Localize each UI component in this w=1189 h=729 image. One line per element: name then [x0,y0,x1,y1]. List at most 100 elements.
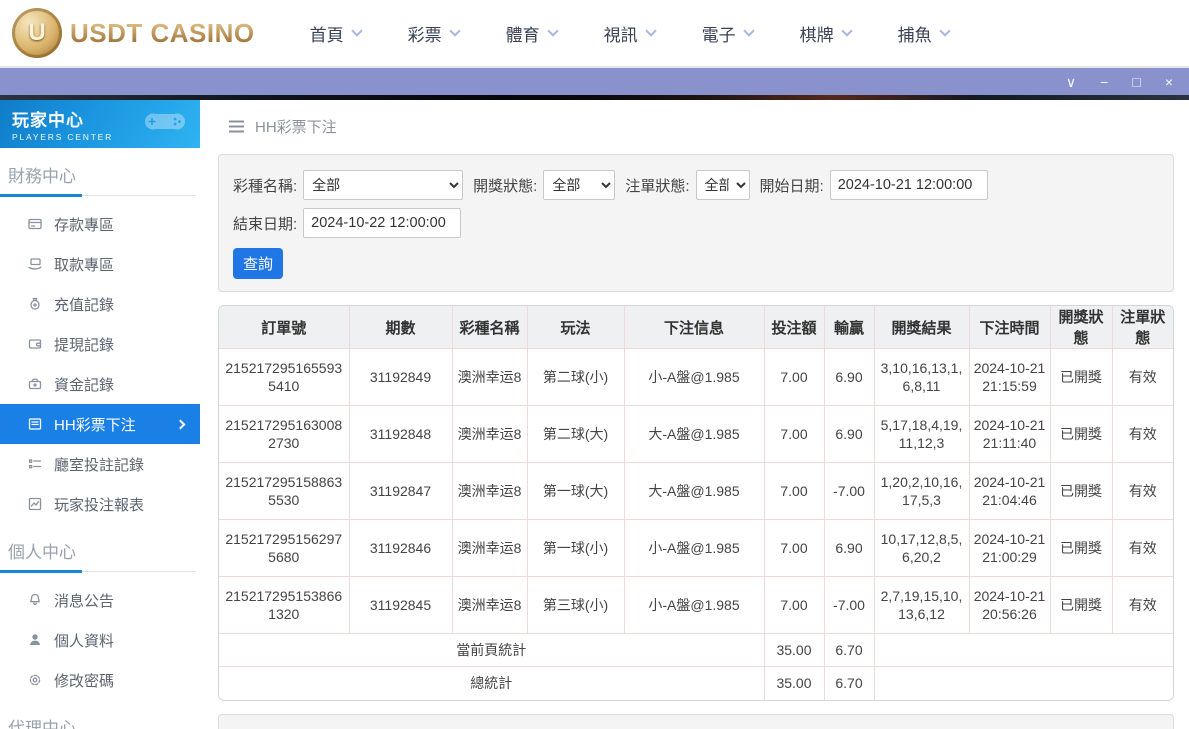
order-status-select[interactable]: 全部 [696,170,750,200]
cell-result: 3,10,16,13,1,6,8,11 [874,349,969,406]
bets-table-container: 訂單號 期數 彩種名稱 玩法 下注信息 投注額 輸贏 開獎結果 下注時間 開獎狀… [218,305,1174,701]
col-result: 開獎結果 [874,306,969,349]
filter-row: 彩種名稱: 全部 開獎狀態: 全部 注單狀態: 全 [233,170,1159,238]
sidebar-item-recharge-record[interactable]: 充值記錄 [0,284,200,324]
col-win-loss: 輸贏 [824,306,874,349]
sidebar-menu-finance: 存款專區 取款專區 充值記錄 提現記錄 資金記錄 [0,204,200,524]
nav-item-label: 彩票 [408,21,442,46]
sidebar-item-change-password[interactable]: 修改密碼 [0,660,200,700]
page-title: HH彩票下注 [255,116,337,137]
total-summary-win-loss: 6.70 [824,667,874,700]
start-date-filter: 開始日期: [760,170,988,200]
cell-win-loss: 6.90 [824,406,874,463]
main-content: HH彩票下注 彩種名稱: 全部 開獎狀態: 全部 [200,100,1189,727]
search-button[interactable]: 查詢 [233,248,283,279]
total-summary-label: 總統計 [219,667,764,700]
cell-lottery: 澳洲幸运8 [452,577,527,634]
sidebar-item-funds-record[interactable]: 資金記錄 [0,364,200,404]
chevron-down-icon [449,25,460,36]
cell-bet-time: 2024-10-21 21:11:40 [969,406,1050,463]
cell-order-status: 有效 [1112,349,1173,406]
sidebar-item-label: 個人資料 [54,630,114,651]
minimize-icon[interactable]: − [1100,75,1108,89]
nav-item-lottery[interactable]: 彩票 [408,21,459,46]
nav-item-fishing[interactable]: 捕魚 [898,21,949,46]
nav-item-sports[interactable]: 體育 [506,21,557,46]
total-summary-amount: 35.00 [764,667,824,700]
cell-order-id: 2152172951538661320 [219,577,349,634]
order-status-filter: 注單狀態: 全部 [625,170,749,200]
col-bet-time: 下注時間 [969,306,1050,349]
cell-bet-info: 小-A盤@1.985 [624,520,764,577]
page-summary-label: 當前頁統計 [219,634,764,667]
cell-draw-status: 已開獎 [1050,463,1112,520]
pagination-bar: 每頁顯示20條 共5条 首页 上一页 [1] 下一页 第 页 跳转 [218,714,1174,729]
cell-amount: 7.00 [764,406,824,463]
total-summary-row: 總統計 35.00 6.70 [219,667,1173,700]
sidebar-item-profile[interactable]: 個人資料 [0,620,200,660]
cell-win-loss: 6.90 [824,349,874,406]
close-icon[interactable]: × [1165,75,1173,89]
nav-item-slots[interactable]: 電子 [702,21,753,46]
sidebar-item-label: 修改密碼 [54,670,114,691]
user-icon [27,632,43,648]
nav-item-cards[interactable]: 棋牌 [800,21,851,46]
top-header: U USDT CASINO 首頁 彩票 體育 視訊 電子 棋牌 捕魚 [0,0,1189,66]
filter-panel: 彩種名稱: 全部 開獎狀態: 全部 注單狀態: 全 [218,154,1174,292]
logo[interactable]: U USDT CASINO [12,8,255,58]
wallet-icon [27,336,43,352]
lottery-select[interactable]: 全部 [303,170,463,200]
cell-amount: 7.00 [764,463,824,520]
draw-status-label: 開獎狀態: [473,175,537,196]
start-date-input[interactable] [830,170,988,200]
cell-draw-status: 已開獎 [1050,406,1112,463]
cell-amount: 7.00 [764,520,824,577]
cell-result: 10,17,12,8,5,6,20,2 [874,520,969,577]
sidebar-item-hall-bet-record[interactable]: 廳室投註記錄 [0,444,200,484]
cell-lottery: 澳洲幸运8 [452,463,527,520]
cell-result: 5,17,18,4,19,11,12,3 [874,406,969,463]
menu-icon[interactable] [228,120,245,133]
cell-period: 31192849 [349,349,452,406]
cell-amount: 7.00 [764,577,824,634]
cell-win-loss: -7.00 [824,463,874,520]
cell-draw-status: 已開獎 [1050,577,1112,634]
nav-item-label: 電子 [702,21,736,46]
sidebar-item-deposit[interactable]: 存款專區 [0,204,200,244]
sidebar-section-personal: 個人中心 [8,538,200,571]
cell-bet-info: 小-A盤@1.985 [624,577,764,634]
logo-coin-icon: U [12,8,62,58]
nav-item-label: 視訊 [604,21,638,46]
maximize-icon[interactable]: □ [1132,75,1140,89]
sidebar-item-withdraw[interactable]: 取款專區 [0,244,200,284]
nav-item-home[interactable]: 首頁 [310,21,361,46]
sidebar-item-hh-lottery-bets[interactable]: HH彩票下注 [0,404,200,444]
col-draw-status: 開獎狀態 [1050,306,1112,349]
section-divider [0,571,196,572]
nav-item-live[interactable]: 視訊 [604,21,655,46]
cell-play: 第一球(大) [527,463,624,520]
cell-play: 第二球(大) [527,406,624,463]
gear-icon [27,672,43,688]
sidebar-section-agent: 代理中心 [8,714,200,729]
sidebar-section-finance: 財務中心 [8,162,200,195]
sidebar-item-announcements[interactable]: 消息公告 [0,580,200,620]
cell-period: 31192845 [349,577,452,634]
sidebar-item-label: 玩家投注報表 [54,494,144,515]
cell-bet-time: 2024-10-21 21:04:46 [969,463,1050,520]
sidebar-item-label: 取款專區 [54,254,114,275]
hand-card-icon [27,256,43,272]
breadcrumb: HH彩票下注 [228,112,1174,140]
cell-lottery: 澳洲幸运8 [452,520,527,577]
sidebar-item-player-bet-report[interactable]: 玩家投注報表 [0,484,200,524]
page-summary-empty [874,634,1173,667]
cell-amount: 7.00 [764,349,824,406]
collapse-icon[interactable]: ∨ [1066,75,1076,89]
page-summary-win-loss: 6.70 [824,634,874,667]
draw-status-select[interactable]: 全部 [543,170,615,200]
sidebar-item-withdrawal-record[interactable]: 提現記錄 [0,324,200,364]
end-date-label: 結束日期: [233,213,297,234]
bell-icon [27,592,43,608]
table-row: 2152172951538661320 31192845 澳洲幸运8 第三球(小… [219,577,1173,634]
end-date-input[interactable] [303,208,461,238]
